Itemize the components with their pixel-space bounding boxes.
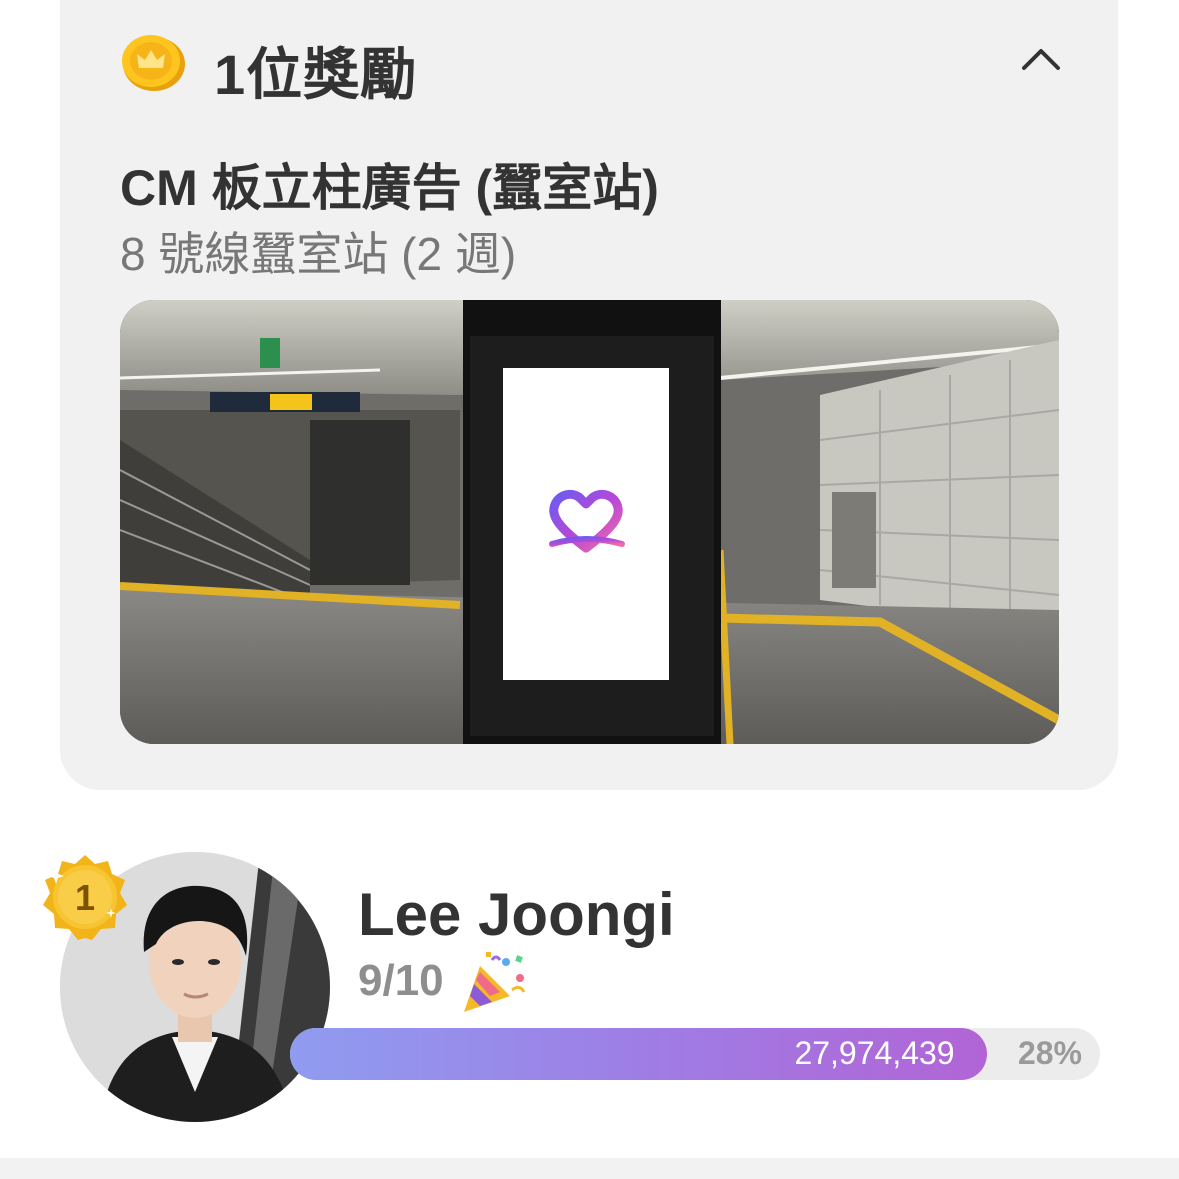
crown-coin-icon	[120, 32, 186, 92]
rank-badge: 1	[40, 852, 130, 942]
party-popper-icon	[462, 952, 528, 1014]
ad-title: CM 板立柱廣告 (蠶室站)	[120, 160, 659, 216]
vote-progress-bar: 27,974,439 28%	[290, 1028, 1100, 1080]
artist-name: Lee Joongi	[358, 881, 675, 948]
rank-number: 1	[75, 877, 95, 918]
chevron-up-icon[interactable]	[1016, 36, 1066, 86]
ranking-row[interactable]: 1 Lee Joongi 9/10 27,974,439 28%	[0, 830, 1179, 1150]
reward-header[interactable]: 1位獎勵	[120, 26, 1070, 106]
vote-percent: 28%	[1017, 1035, 1082, 1071]
vote-count: 27,974,439	[794, 1035, 955, 1071]
ad-subtitle: 8 號線蠶室站 (2 週)	[120, 228, 517, 280]
reward-title: 1位獎勵	[214, 43, 418, 106]
section-divider	[0, 1158, 1179, 1179]
vote-progress-fill: 27,974,439	[290, 1028, 987, 1080]
ranking-date: 9/10	[358, 956, 444, 1005]
ad-photo	[120, 300, 1059, 744]
